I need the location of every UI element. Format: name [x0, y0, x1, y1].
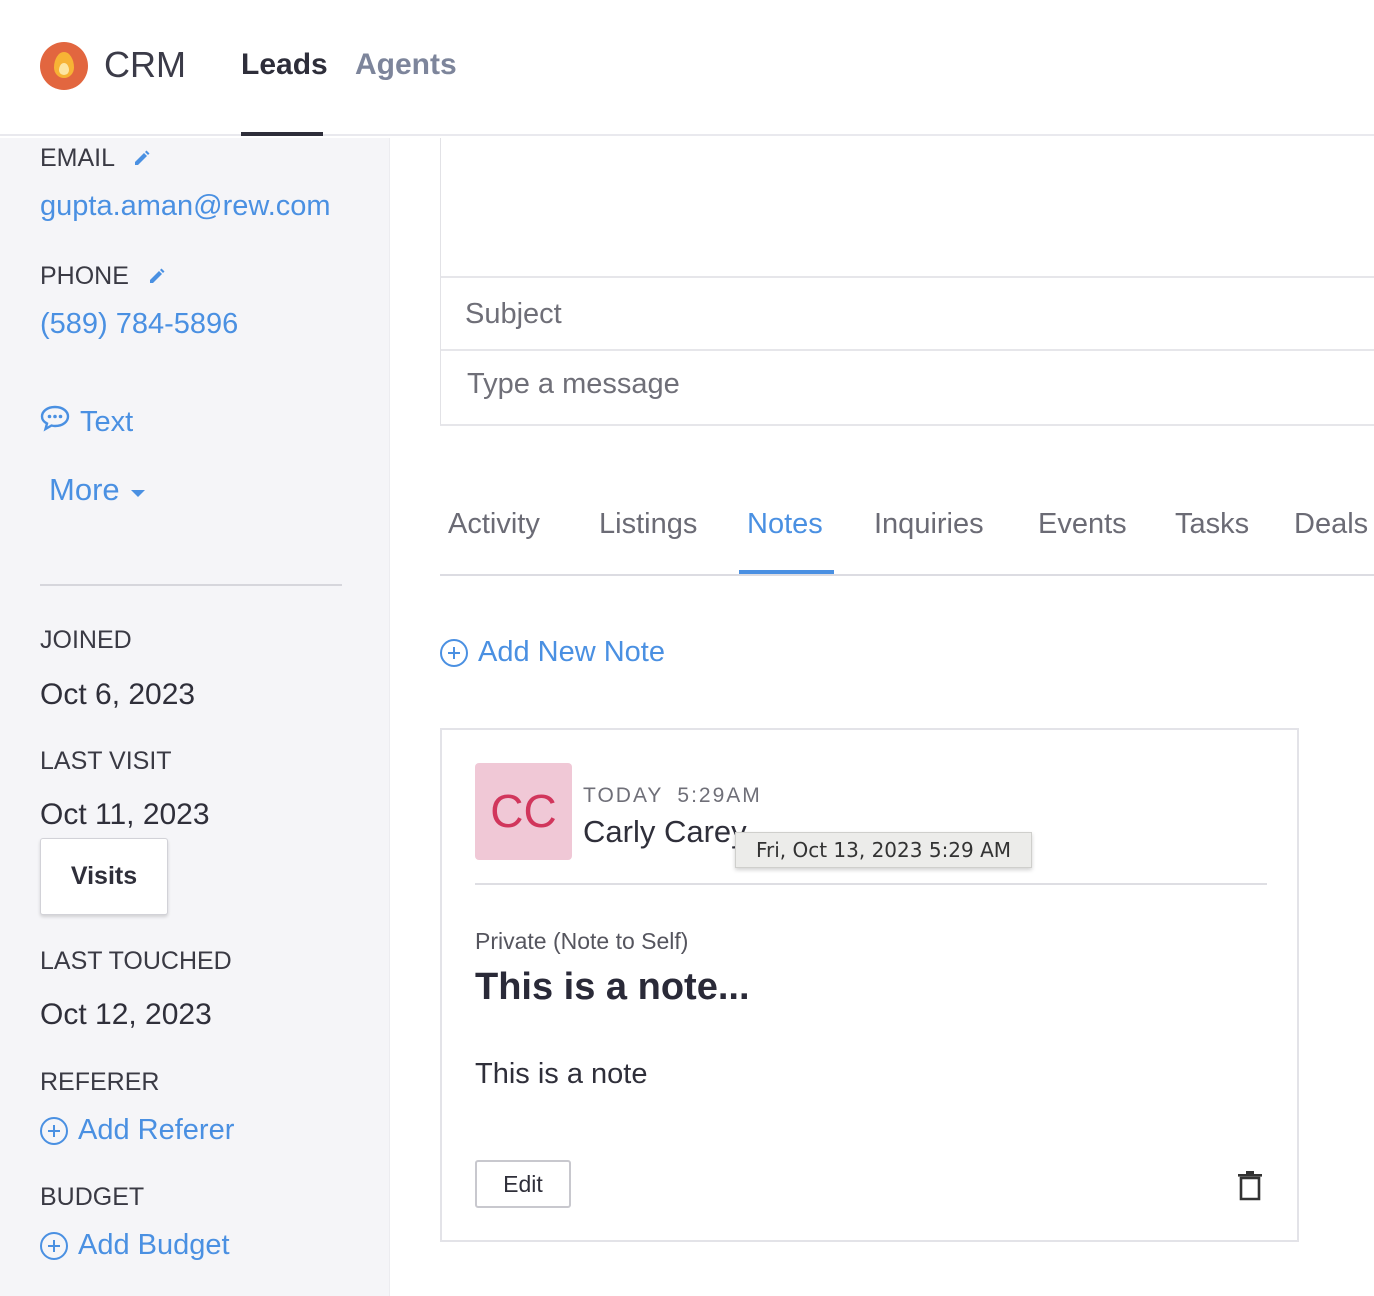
top-nav: CRM Leads Agents	[0, 0, 1374, 136]
joined-value: Oct 6, 2023	[40, 678, 196, 711]
referer-label: REFERER	[40, 1068, 160, 1096]
plus-circle-icon	[40, 1116, 68, 1145]
last-visit-value: Oct 11, 2023	[40, 798, 210, 831]
active-tab-indicator	[241, 132, 323, 136]
subject-row	[441, 278, 1374, 351]
tab-inquiries[interactable]: Inquiries	[874, 508, 984, 541]
tab-events[interactable]: Events	[1038, 508, 1127, 541]
message-composer	[440, 138, 1374, 426]
budget-label: BUDGET	[40, 1183, 145, 1211]
trash-icon[interactable]	[1235, 1170, 1265, 1207]
add-referer-link[interactable]: Add Referer	[40, 1114, 234, 1147]
flame-logo-icon[interactable]	[40, 42, 88, 90]
note-day: TODAY	[583, 784, 664, 807]
nav-tab-agents[interactable]: Agents	[355, 48, 457, 82]
sidebar-divider	[40, 584, 342, 586]
lead-sidebar: EMAIL gupta.aman@rew.com PHONE (589) 784…	[0, 138, 390, 1296]
pencil-icon[interactable]	[133, 145, 151, 174]
composer-body-area[interactable]	[441, 138, 1374, 278]
app-name[interactable]: CRM	[104, 44, 186, 86]
plus-circle-icon	[440, 638, 468, 667]
joined-label: JOINED	[40, 626, 132, 654]
tab-tasks[interactable]: Tasks	[1175, 508, 1249, 541]
visits-button[interactable]: Visits	[40, 838, 168, 915]
note-body: This is a note	[475, 1058, 648, 1090]
edit-button[interactable]: Edit	[475, 1160, 571, 1208]
last-touched-value: Oct 12, 2023	[40, 998, 212, 1031]
subject-input[interactable]	[465, 298, 1345, 331]
email-label: EMAIL	[40, 144, 151, 174]
add-referer-label: Add Referer	[78, 1114, 235, 1146]
email-link[interactable]: gupta.aman@rew.com	[40, 190, 331, 223]
active-tab-indicator	[739, 570, 834, 574]
text-action-label: Text	[80, 405, 134, 438]
more-label: More	[49, 472, 120, 507]
avatar: CC	[475, 763, 572, 860]
last-visit-label: LAST VISIT	[40, 747, 172, 775]
add-new-note-label: Add New Note	[478, 636, 665, 668]
timestamp-tooltip: Fri, Oct 13, 2023 5:29 AM	[735, 832, 1032, 868]
lead-tabs: Activity Listings Notes Inquiries Events…	[440, 504, 1374, 576]
tab-notes[interactable]: Notes	[747, 508, 823, 541]
card-divider	[475, 883, 1267, 885]
add-budget-link[interactable]: Add Budget	[40, 1229, 230, 1262]
add-new-note-link[interactable]: Add New Note	[440, 636, 665, 669]
note-privacy: Private (Note to Self)	[475, 928, 689, 954]
last-touched-label: LAST TOUCHED	[40, 947, 232, 975]
tab-deals[interactable]: Deals	[1294, 508, 1368, 541]
plus-circle-icon	[40, 1231, 68, 1260]
text-action[interactable]: Text	[40, 404, 133, 440]
note-time: 5:29AM	[677, 784, 762, 807]
note-card: CC TODAY 5:29AM Carly Carey Private (Note…	[440, 728, 1299, 1242]
note-title: This is a note...	[475, 966, 750, 1008]
chat-bubble-icon	[40, 404, 70, 440]
note-timestamp[interactable]: TODAY 5:29AM	[583, 784, 762, 808]
note-author: Carly Carey	[583, 814, 747, 849]
tab-activity[interactable]: Activity	[448, 508, 540, 541]
pencil-icon[interactable]	[148, 263, 166, 292]
more-dropdown[interactable]: More	[49, 472, 146, 508]
add-budget-label: Add Budget	[78, 1229, 230, 1261]
caret-down-icon	[130, 474, 146, 507]
nav-tab-leads[interactable]: Leads	[241, 48, 328, 82]
phone-label: PHONE	[40, 262, 166, 292]
phone-link[interactable]: (589) 784-5896	[40, 308, 238, 341]
message-input[interactable]	[467, 368, 1347, 401]
tab-listings[interactable]: Listings	[599, 508, 697, 541]
